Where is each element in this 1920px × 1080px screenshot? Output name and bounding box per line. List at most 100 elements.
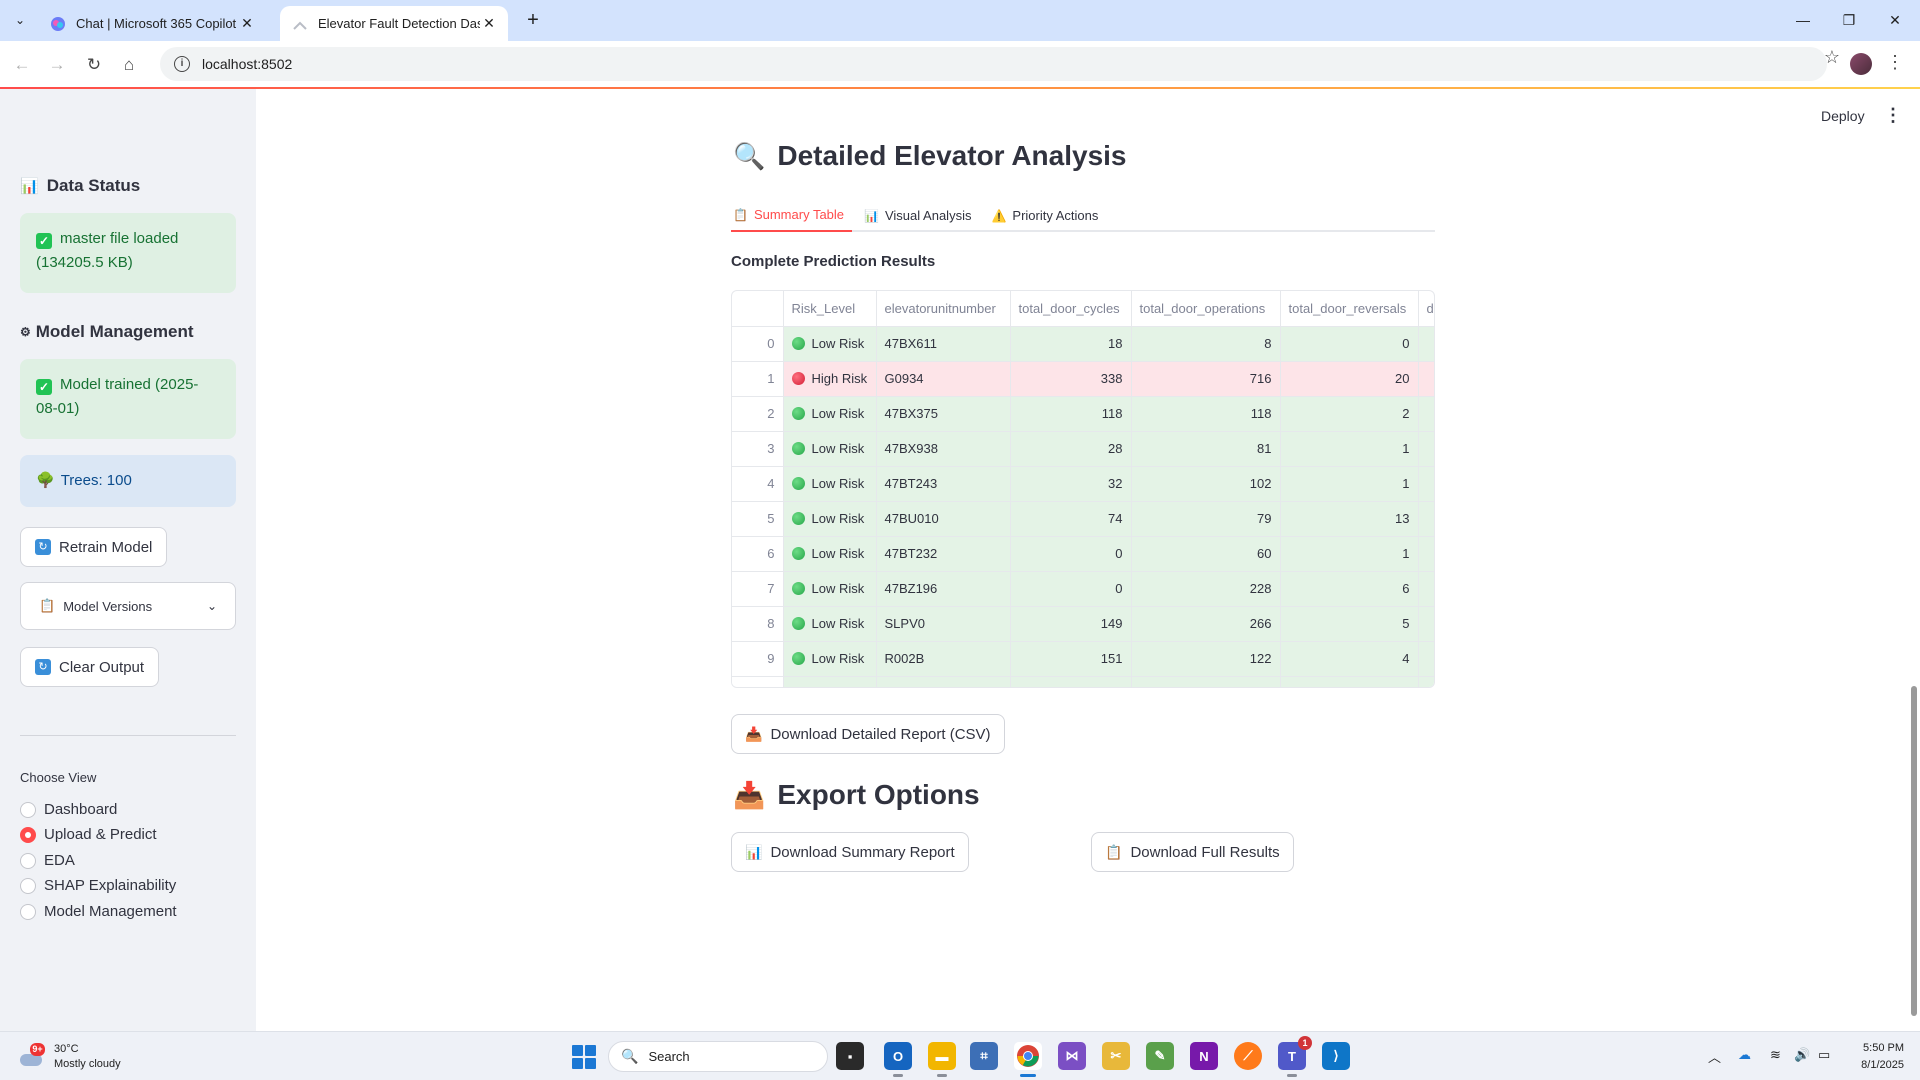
scrollbar-thumb[interactable] [1911, 686, 1917, 1016]
volume-icon[interactable]: 🔊 [1794, 1047, 1810, 1063]
reversals-cell[interactable]: 0 [1280, 326, 1419, 362]
unit-cell[interactable]: SLPV0 [876, 606, 1011, 642]
tab-priority-actions[interactable]: ⚠️ Priority Actions [989, 199, 1106, 232]
address-bar[interactable]: i localhost:8502 [160, 47, 1827, 81]
view-radio-dashboard[interactable]: Dashboard [20, 801, 117, 818]
browser-tab-copilot[interactable]: Chat | Microsoft 365 Copilot ✕ [38, 6, 266, 41]
cycles-cell[interactable]: 338 [1010, 361, 1132, 397]
reversals-cell[interactable]: 13 [1280, 501, 1419, 537]
reversals-cell[interactable]: 5 [1280, 606, 1419, 642]
postman-icon[interactable]: ⟋ [1234, 1042, 1262, 1070]
view-radio-upload-predict[interactable]: Upload & Predict [20, 826, 157, 843]
unit-cell[interactable]: 47BU010 [876, 501, 1011, 537]
table-row[interactable]: 9 Low Risk R002B 151 122 4 [732, 641, 1434, 677]
table-row[interactable]: 2 Low Risk 47BX375 118 118 2 [732, 396, 1434, 432]
column-header[interactable]: total_door_cycles [1010, 291, 1132, 327]
cycles-cell[interactable]: 151 [1010, 641, 1132, 677]
column-header[interactable]: total_door_reversals [1280, 291, 1419, 327]
chrome-icon[interactable] [1014, 1042, 1042, 1077]
table-row[interactable]: 6 Low Risk 47BT232 0 60 1 [732, 536, 1434, 572]
close-icon[interactable]: ✕ [238, 15, 256, 32]
cycles-cell[interactable]: 0 [1010, 571, 1132, 607]
chevron-up-icon[interactable]: ︿ [1708, 1047, 1721, 1066]
home-button[interactable]: ⌂ [114, 50, 144, 80]
bookmark-star-icon[interactable]: ☆ [1824, 47, 1840, 68]
file-explorer-icon[interactable]: ▬ [928, 1042, 956, 1077]
operations-cell[interactable]: 716 [1131, 361, 1281, 397]
network-app-icon[interactable]: ⌗ [970, 1042, 998, 1070]
radio-button-selected[interactable] [20, 826, 36, 843]
column-header[interactable]: total_door_operations [1131, 291, 1281, 327]
table-row[interactable]: 1 High Risk G0934 338 716 20 [732, 361, 1434, 397]
cycles-cell[interactable]: 0 [1010, 536, 1132, 572]
browser-menu-icon[interactable]: ⋮ [1886, 52, 1904, 73]
reversals-cell[interactable]: 6 [1280, 571, 1419, 607]
back-button[interactable]: ← [7, 50, 37, 80]
onenote-icon[interactable]: N [1190, 1042, 1218, 1070]
reversals-cell[interactable]: 2 [1280, 396, 1419, 432]
radio-button[interactable] [20, 801, 36, 818]
forward-button[interactable]: → [42, 50, 72, 80]
truncated-cell[interactable] [1418, 431, 1434, 467]
operations-cell[interactable]: 81 [1131, 431, 1281, 467]
close-icon[interactable]: ✕ [480, 15, 498, 32]
table-row-partial[interactable] [732, 676, 1434, 687]
battery-icon[interactable]: ▭ [1818, 1047, 1830, 1063]
risk-cell[interactable]: Low Risk [783, 571, 877, 607]
unit-cell[interactable]: 47BT243 [876, 466, 1011, 502]
unit-cell[interactable]: 47BT232 [876, 536, 1011, 572]
table-row[interactable]: 8 Low Risk SLPV0 149 266 5 [732, 606, 1434, 642]
browser-tab-elevator[interactable]: Elevator Fault Detection Dashbo ✕ [280, 6, 508, 41]
tab-visual-analysis[interactable]: 📊 Visual Analysis [862, 199, 979, 232]
unit-cell[interactable]: 47BX611 [876, 326, 1011, 362]
visual-studio-icon[interactable]: ⋈ [1058, 1042, 1086, 1070]
reload-button[interactable]: ↻ [79, 50, 109, 80]
restore-button[interactable]: ❐ [1826, 4, 1872, 36]
risk-cell[interactable]: Low Risk [783, 326, 877, 362]
truncated-cell[interactable] [1418, 571, 1434, 607]
radio-button[interactable] [20, 877, 36, 894]
table-row[interactable]: 4 Low Risk 47BT243 32 102 1 [732, 466, 1434, 502]
cycles-cell[interactable]: 28 [1010, 431, 1132, 467]
outlook-icon[interactable]: O [884, 1042, 912, 1077]
risk-cell[interactable]: Low Risk [783, 396, 877, 432]
deploy-button[interactable]: Deploy [1821, 108, 1865, 124]
operations-cell[interactable]: 122 [1131, 641, 1281, 677]
truncated-cell[interactable] [1418, 326, 1434, 362]
radio-button[interactable] [20, 903, 36, 920]
unit-cell[interactable]: 47BZ196 [876, 571, 1011, 607]
reversals-cell[interactable]: 1 [1280, 466, 1419, 502]
wifi-icon[interactable]: ≋ [1770, 1047, 1781, 1063]
cycles-cell[interactable]: 32 [1010, 466, 1132, 502]
app-menu-icon[interactable]: ⋮ [1884, 105, 1902, 126]
new-tab-button[interactable]: + [520, 8, 546, 34]
operations-cell[interactable]: 79 [1131, 501, 1281, 537]
operations-cell[interactable]: 60 [1131, 536, 1281, 572]
truncated-cell[interactable] [1418, 536, 1434, 572]
unit-cell[interactable]: 47BX938 [876, 431, 1011, 467]
cycles-cell[interactable]: 149 [1010, 606, 1132, 642]
cycles-cell[interactable]: 74 [1010, 501, 1132, 537]
teams-icon[interactable]: T 1 [1278, 1036, 1312, 1077]
vscode-icon[interactable]: ⟩ [1322, 1042, 1350, 1070]
table-row[interactable]: 7 Low Risk 47BZ196 0 228 6 [732, 571, 1434, 607]
windows-start-icon[interactable] [572, 1045, 596, 1069]
view-radio-shap[interactable]: SHAP Explainability [20, 877, 176, 894]
reversals-cell[interactable]: 1 [1280, 431, 1419, 467]
notepad-icon[interactable]: ✎ [1146, 1042, 1174, 1070]
minimize-button[interactable]: — [1780, 4, 1826, 36]
risk-cell[interactable]: Low Risk [783, 641, 877, 677]
reversals-cell[interactable]: 4 [1280, 641, 1419, 677]
column-header[interactable]: Risk_Level [783, 291, 877, 327]
operations-cell[interactable]: 266 [1131, 606, 1281, 642]
truncated-cell[interactable] [1418, 361, 1434, 397]
page-scrollbar[interactable] [1908, 89, 1920, 1031]
operations-cell[interactable]: 8 [1131, 326, 1281, 362]
profile-avatar[interactable] [1850, 53, 1872, 75]
tab-summary-table[interactable]: 📋 Summary Table [731, 199, 853, 232]
truncated-cell[interactable] [1418, 466, 1434, 502]
truncated-cell[interactable] [1418, 396, 1434, 432]
unit-cell[interactable]: G0934 [876, 361, 1011, 397]
view-radio-eda[interactable]: EDA [20, 852, 75, 869]
truncated-cell[interactable] [1418, 606, 1434, 642]
